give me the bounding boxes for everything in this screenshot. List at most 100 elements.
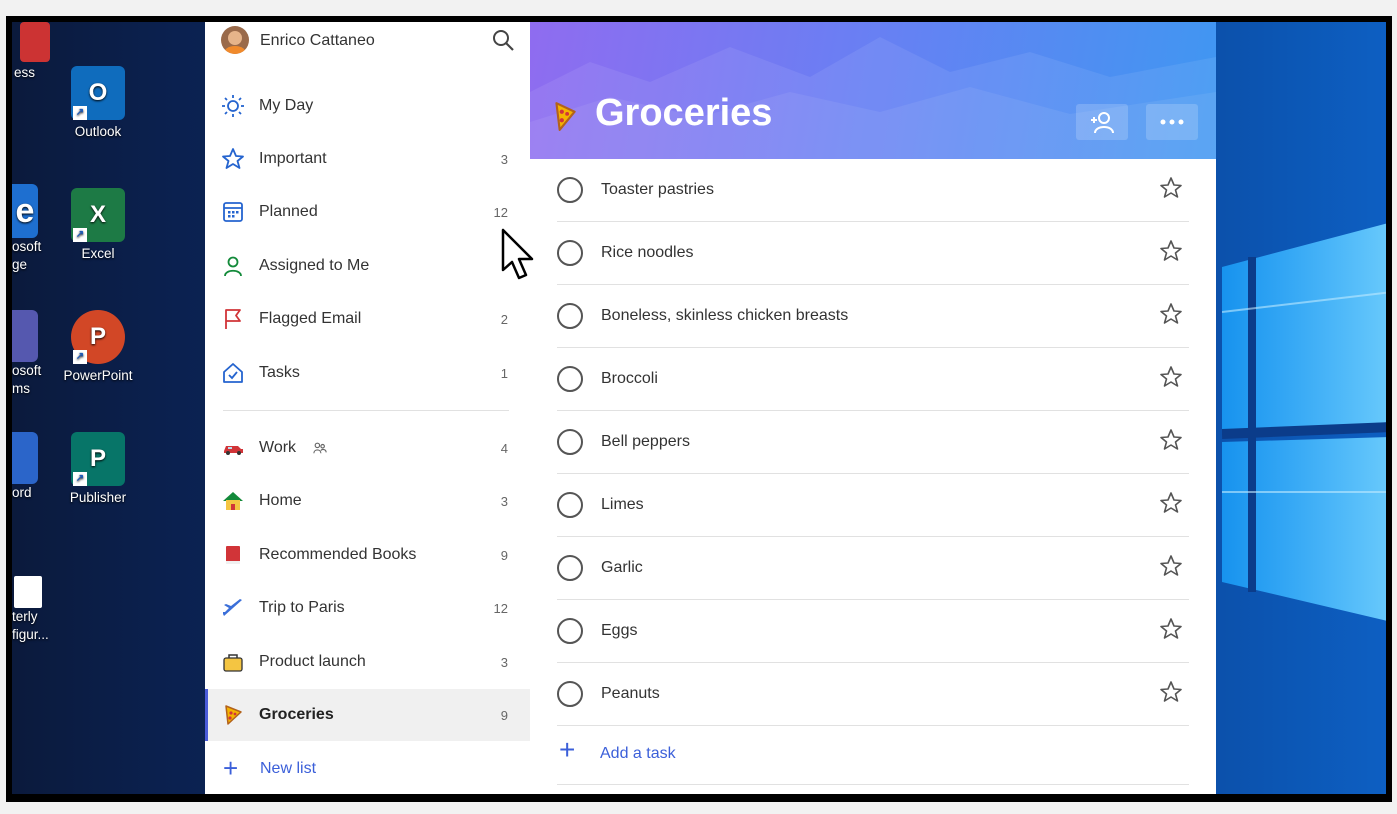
add-task-label: Add a task [600,745,676,762]
sun-icon [222,95,244,117]
star-icon[interactable] [1159,365,1183,389]
pizza-icon [225,705,242,725]
desktop-icon-powerpoint[interactable]: P ↗ PowerPoint [53,310,143,383]
sidebar-item-label: My Day [259,97,314,114]
task-title: Eggs [601,622,638,639]
complete-checkbox[interactable] [557,429,583,455]
user-account[interactable]: Enrico Cattaneo [205,22,530,62]
item-count: 3 [500,151,508,167]
new-list-label: New list [260,760,317,777]
desktop-icon-label-partial[interactable]: ess [14,22,54,122]
sidebar-item-flagged-email[interactable]: Flagged Email 2 [205,293,530,345]
star-icon[interactable] [1159,239,1183,263]
more-dots-icon [1160,119,1184,125]
new-list-button[interactable]: + New list [205,747,530,791]
star-icon[interactable] [1159,302,1183,326]
task-title: Garlic [601,559,643,576]
complete-checkbox[interactable] [557,618,583,644]
user-name: Enrico Cattaneo [260,32,375,49]
sidebar-item-label: Trip to Paris [259,599,345,616]
task-row[interactable]: Broccoli [557,348,1189,411]
item-count: 3 [500,654,508,670]
sidebar-item-label: Groceries [259,706,334,723]
sidebar-item-product-launch[interactable]: Product launch 3 [205,636,530,688]
task-row[interactable]: Garlic [557,537,1189,600]
calendar-icon [223,202,243,222]
list-header: Groceries [530,22,1216,159]
task-title: Toaster pastries [601,181,714,198]
item-count: 4 [500,440,508,456]
task-row[interactable]: Peanuts [557,663,1189,726]
sidebar-item-tasks[interactable]: Tasks 1 [205,347,530,399]
add-task-button[interactable]: + Add a task [557,722,1189,785]
task-title: Limes [601,496,644,513]
desktop-icon-outlook[interactable]: O ↗ Outlook [53,66,143,139]
plus-icon: + [223,753,239,783]
desktop-icon-edge-partial[interactable]: e osoft ge [12,184,41,274]
item-count: 3 [500,493,508,509]
sidebar-item-assigned-to-me[interactable]: Assigned to Me [205,240,530,292]
task-row[interactable]: Rice noodles [557,222,1189,285]
star-icon[interactable] [1159,176,1183,200]
desktop-icon-pptx-file-partial[interactable]: terly figur... [12,576,49,644]
task-list-pane: Groceries Toaster pastries Rice noodles Bo… [530,22,1216,794]
home-check-icon [223,363,243,383]
complete-checkbox[interactable] [557,303,583,329]
task-row[interactable]: Boneless, skinless chicken breasts [557,285,1189,348]
share-list-button[interactable] [1076,104,1128,140]
sidebar-item-trip-to-paris[interactable]: Trip to Paris 12 [205,582,530,634]
sidebar-item-work[interactable]: Work 4 [205,422,530,474]
star-icon[interactable] [1159,491,1183,515]
sidebar-item-label: Recommended Books [259,546,417,563]
search-icon[interactable] [491,28,515,52]
sidebar-item-recommended-books[interactable]: Recommended Books 9 [205,529,530,581]
desktop-icon-excel[interactable]: X ↗ Excel [53,188,143,261]
complete-checkbox[interactable] [557,681,583,707]
add-person-icon [1091,112,1114,134]
item-count: 1 [500,365,508,381]
desktop-icon-teams-partial[interactable]: osoft ms [12,310,41,398]
task-row[interactable]: Eggs [557,600,1189,663]
pizza-icon [555,102,576,131]
sidebar-item-label: Flagged Email [259,310,362,327]
todo-sidebar: Enrico Cattaneo My Day Important 3 Plann… [205,22,530,794]
house-icon [223,492,243,510]
car-icon [224,446,243,455]
star-icon [222,148,244,169]
star-icon[interactable] [1159,554,1183,578]
star-icon[interactable] [1159,428,1183,452]
excel-icon: X ↗ [71,188,125,242]
shared-people-icon [313,442,327,454]
sidebar-item-planned[interactable]: Planned 12 [205,186,530,238]
star-icon[interactable] [1159,680,1183,704]
complete-checkbox[interactable] [557,240,583,266]
plus-icon: + [559,734,576,765]
task-row[interactable]: Bell peppers [557,411,1189,474]
sidebar-item-my-day[interactable]: My Day [205,80,530,132]
sidebar-item-label: Assigned to Me [259,257,370,274]
avatar[interactable] [221,26,249,54]
complete-checkbox[interactable] [557,555,583,581]
desktop-icon-publisher[interactable]: P ↗ Publisher [53,432,143,505]
item-count: 12 [493,204,508,220]
book-icon [226,546,240,564]
desktop-icon-word-partial[interactable]: ord [12,432,38,502]
complete-checkbox[interactable] [557,177,583,203]
task-title: Bell peppers [601,433,690,450]
star-icon[interactable] [1159,617,1183,641]
outlook-icon: O ↗ [71,66,125,120]
sidebar-item-label: Planned [259,203,318,220]
publisher-icon: P ↗ [71,432,125,486]
sidebar-item-groceries[interactable]: Groceries 9 [205,689,530,741]
more-options-button[interactable] [1146,104,1198,140]
sidebar-item-label: Important [259,150,327,167]
powerpoint-icon: P ↗ [71,310,125,364]
sidebar-item-important[interactable]: Important 3 [205,133,530,185]
complete-checkbox[interactable] [557,366,583,392]
sidebar-item-home[interactable]: Home 3 [205,475,530,527]
task-row[interactable]: Toaster pastries [557,159,1189,222]
complete-checkbox[interactable] [557,492,583,518]
item-count: 9 [500,547,508,563]
item-count: 9 [500,707,508,723]
task-row[interactable]: Limes [557,474,1189,537]
